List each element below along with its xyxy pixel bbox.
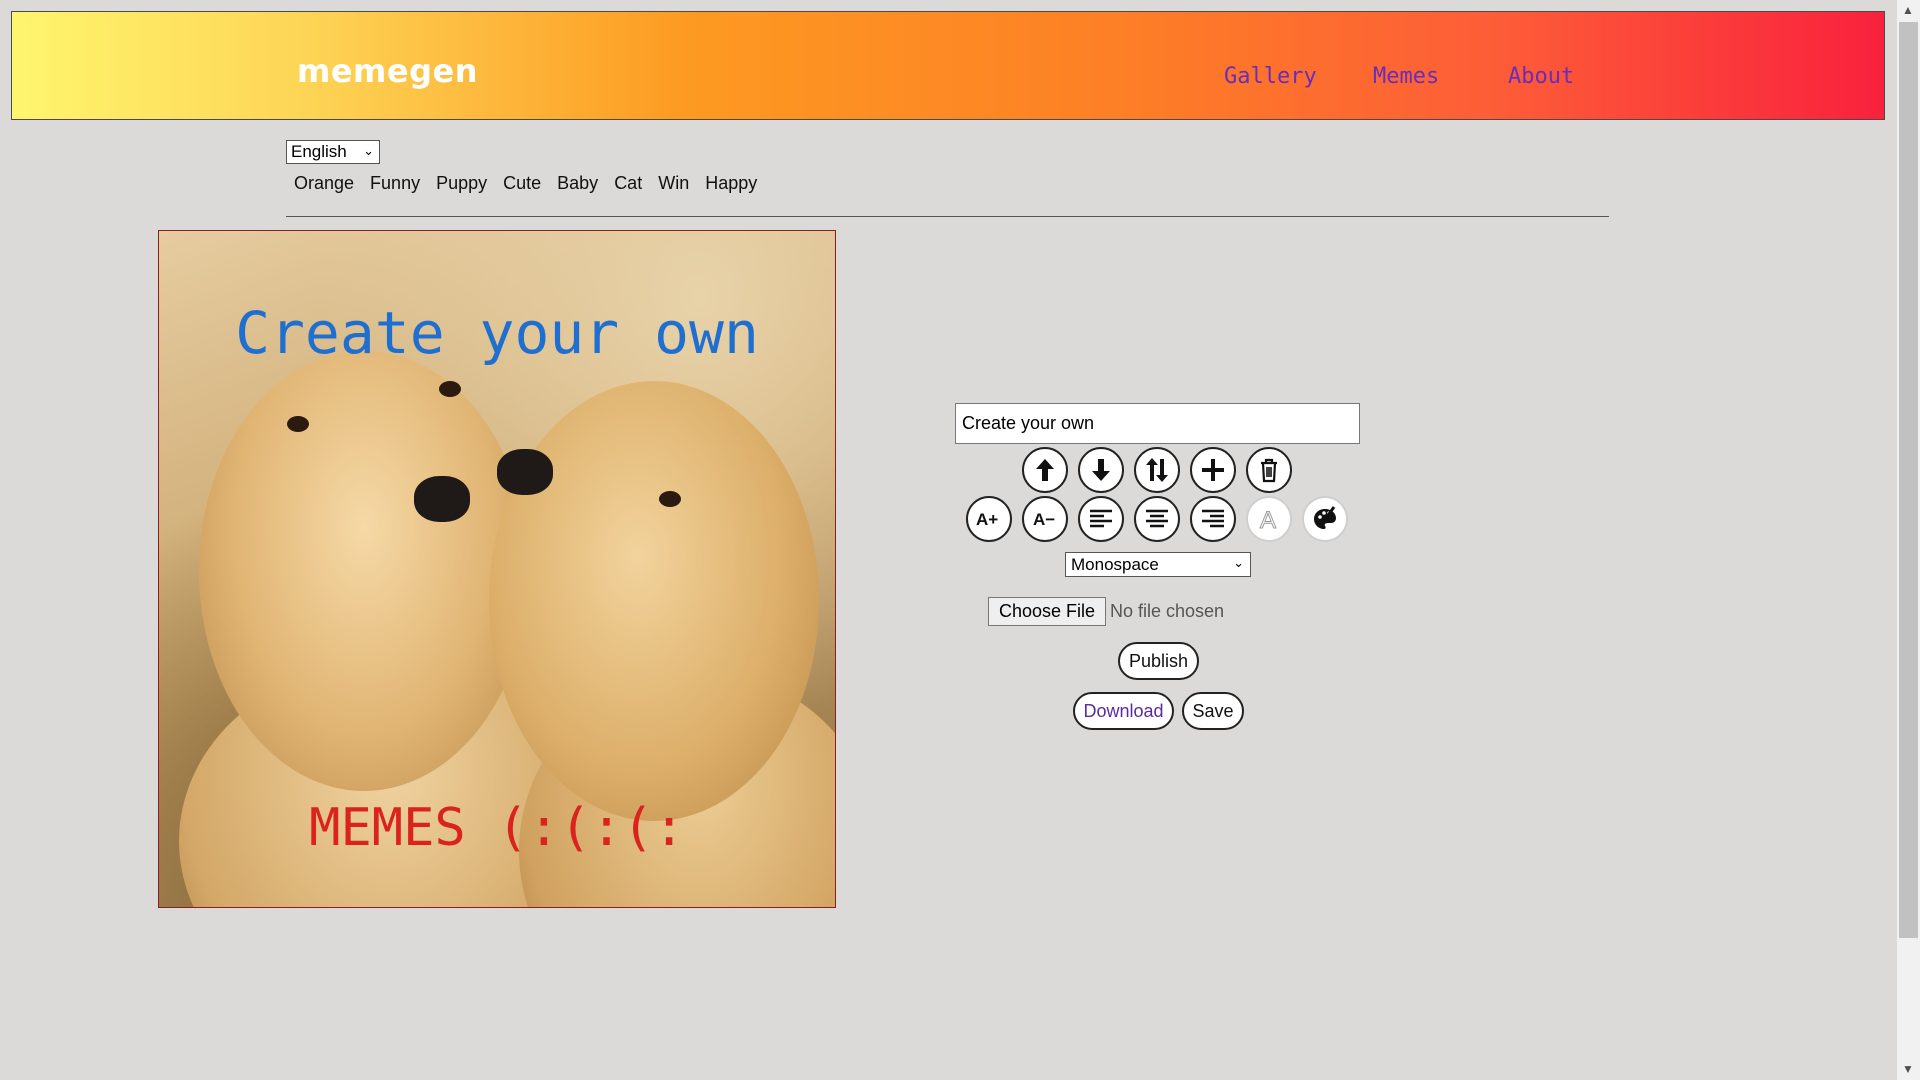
font-decrease-button[interactable]: A− [1022,496,1068,542]
tag-happy[interactable]: Happy [705,173,757,194]
scrollbar-thumb[interactable] [1899,22,1918,938]
align-right-icon [1202,509,1224,528]
move-down-button[interactable] [1078,447,1124,493]
delete-line-button[interactable] [1246,447,1292,493]
color-button[interactable] [1302,496,1348,542]
logo[interactable]: memegen [297,52,478,90]
language-select[interactable]: English ⌄ [286,140,380,164]
header: memegen Gallery Memes About [11,11,1885,120]
font-decrease-icon: A− [1033,510,1055,529]
align-left-icon [1090,509,1112,528]
stroke-icon: A [1260,507,1277,535]
meme-canvas[interactable]: Create your own MEMES (:(:(: [158,230,836,908]
tag-funny[interactable]: Funny [370,173,420,194]
font-increase-icon: A+ [976,510,998,529]
plus-icon [1202,459,1224,481]
nav-about[interactable]: About [1508,64,1574,89]
arrow-up-icon [1036,459,1054,481]
nav-memes[interactable]: Memes [1373,64,1439,89]
palette-icon [1314,506,1336,529]
move-up-button[interactable] [1022,447,1068,493]
nav-gallery[interactable]: Gallery [1224,64,1317,89]
chevron-down-icon: ⌄ [363,143,374,158]
divider [286,216,1609,217]
puppy-eye [439,381,461,397]
meme-top-text[interactable]: Create your own [159,299,835,367]
download-link[interactable]: Download [1073,692,1174,730]
puppy-eye [659,491,681,507]
scroll-up-icon[interactable]: ▲ [1902,3,1914,17]
publish-button[interactable]: Publish [1118,642,1199,680]
font-increase-button[interactable]: A+ [966,496,1012,542]
tag-orange[interactable]: Orange [294,173,354,194]
switch-line-button[interactable] [1134,447,1180,493]
puppy-right-head [489,381,819,821]
language-select-value: English [291,142,347,161]
svg-text:A: A [1260,507,1276,534]
font-select-value: Monospace [1071,554,1159,574]
tag-cute[interactable]: Cute [503,173,541,194]
svg-text:A−: A− [1033,510,1055,529]
stroke-button[interactable]: A [1246,496,1292,542]
align-center-button[interactable] [1134,496,1180,542]
add-line-button[interactable] [1190,447,1236,493]
file-status: No file chosen [1110,601,1225,621]
puppy-left-head [199,351,529,791]
tag-cat[interactable]: Cat [614,173,642,194]
puppy-nose [497,449,553,495]
align-center-icon [1146,509,1168,528]
tag-list: Orange Funny Puppy Cute Baby Cat Win Hap… [286,173,765,194]
arrow-down-icon [1092,459,1110,481]
chevron-down-icon: ⌄ [1233,555,1244,570]
meme-bottom-text[interactable]: MEMES (:(:(: [159,798,835,858]
choose-file-button[interactable]: Choose File [988,597,1106,626]
swap-vertical-icon [1146,458,1168,482]
tag-win[interactable]: Win [658,173,689,194]
save-button[interactable]: Save [1182,692,1244,730]
trash-icon [1261,458,1277,483]
page: memegen Gallery Memes About English ⌄ Or… [0,0,1897,1080]
tag-baby[interactable]: Baby [557,173,598,194]
puppy-nose [414,476,470,522]
align-left-button[interactable] [1078,496,1124,542]
puppy-eye [287,416,309,432]
svg-text:A+: A+ [976,510,998,529]
align-right-button[interactable] [1190,496,1236,542]
font-select[interactable]: Monospace ⌄ [1065,552,1251,577]
tag-puppy[interactable]: Puppy [436,173,487,194]
scroll-down-icon[interactable]: ▼ [1902,1062,1914,1076]
meme-text-input[interactable]: Create your own [955,403,1360,444]
